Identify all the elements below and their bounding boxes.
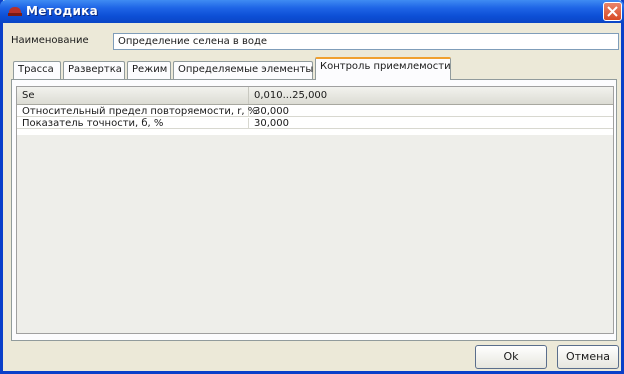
tab-trassa[interactable]: Трасса (13, 61, 61, 79)
tab-kontrol-priemlemosti[interactable]: Контроль приемлемости (315, 57, 451, 80)
header-element: Se (17, 87, 249, 104)
cancel-button[interactable]: Отмена (557, 345, 619, 369)
row-name: Относительный предел повторяемости, r, % (17, 106, 257, 117)
tab-rezhim[interactable]: Режим (127, 61, 171, 79)
tab-razvertka[interactable]: Развертка (63, 61, 125, 79)
name-label: Наименование (9, 33, 111, 49)
header-range: 0,010...25,000 (254, 90, 328, 101)
row-value[interactable]: 30,000 (249, 118, 615, 129)
close-button[interactable] (603, 2, 622, 21)
tab-panel: Se 0,010...25,000 Относительный предел п… (11, 79, 617, 341)
tab-opredelyaemye-elementy[interactable]: Определяемые элементы (173, 61, 313, 79)
name-row: Наименование Определение селена в воде (9, 33, 619, 50)
acceptance-grid: Se 0,010...25,000 Относительный предел п… (16, 86, 614, 334)
name-field[interactable]: Определение селена в воде (113, 33, 619, 50)
title-bar[interactable]: Методика (0, 0, 624, 23)
row-name: Показатель точности, б, % (17, 118, 249, 129)
methodology-window: Методика Наименование Определение селена… (0, 0, 624, 374)
grid-empty-area (17, 135, 613, 333)
tab-strip: Трасса Развертка Режим Определяемые элем… (9, 56, 619, 80)
window-title: Методика (26, 4, 99, 18)
grid-header: Se 0,010...25,000 (17, 87, 613, 105)
ok-button[interactable]: Ok (475, 345, 547, 369)
table-row[interactable]: Показатель точности, б, % 30,000 (17, 118, 613, 129)
app-icon (8, 5, 22, 17)
table-row[interactable]: Относительный предел повторяемости, r, %… (17, 106, 613, 117)
row-value[interactable]: 30,000 (249, 106, 615, 117)
close-icon (607, 6, 618, 17)
